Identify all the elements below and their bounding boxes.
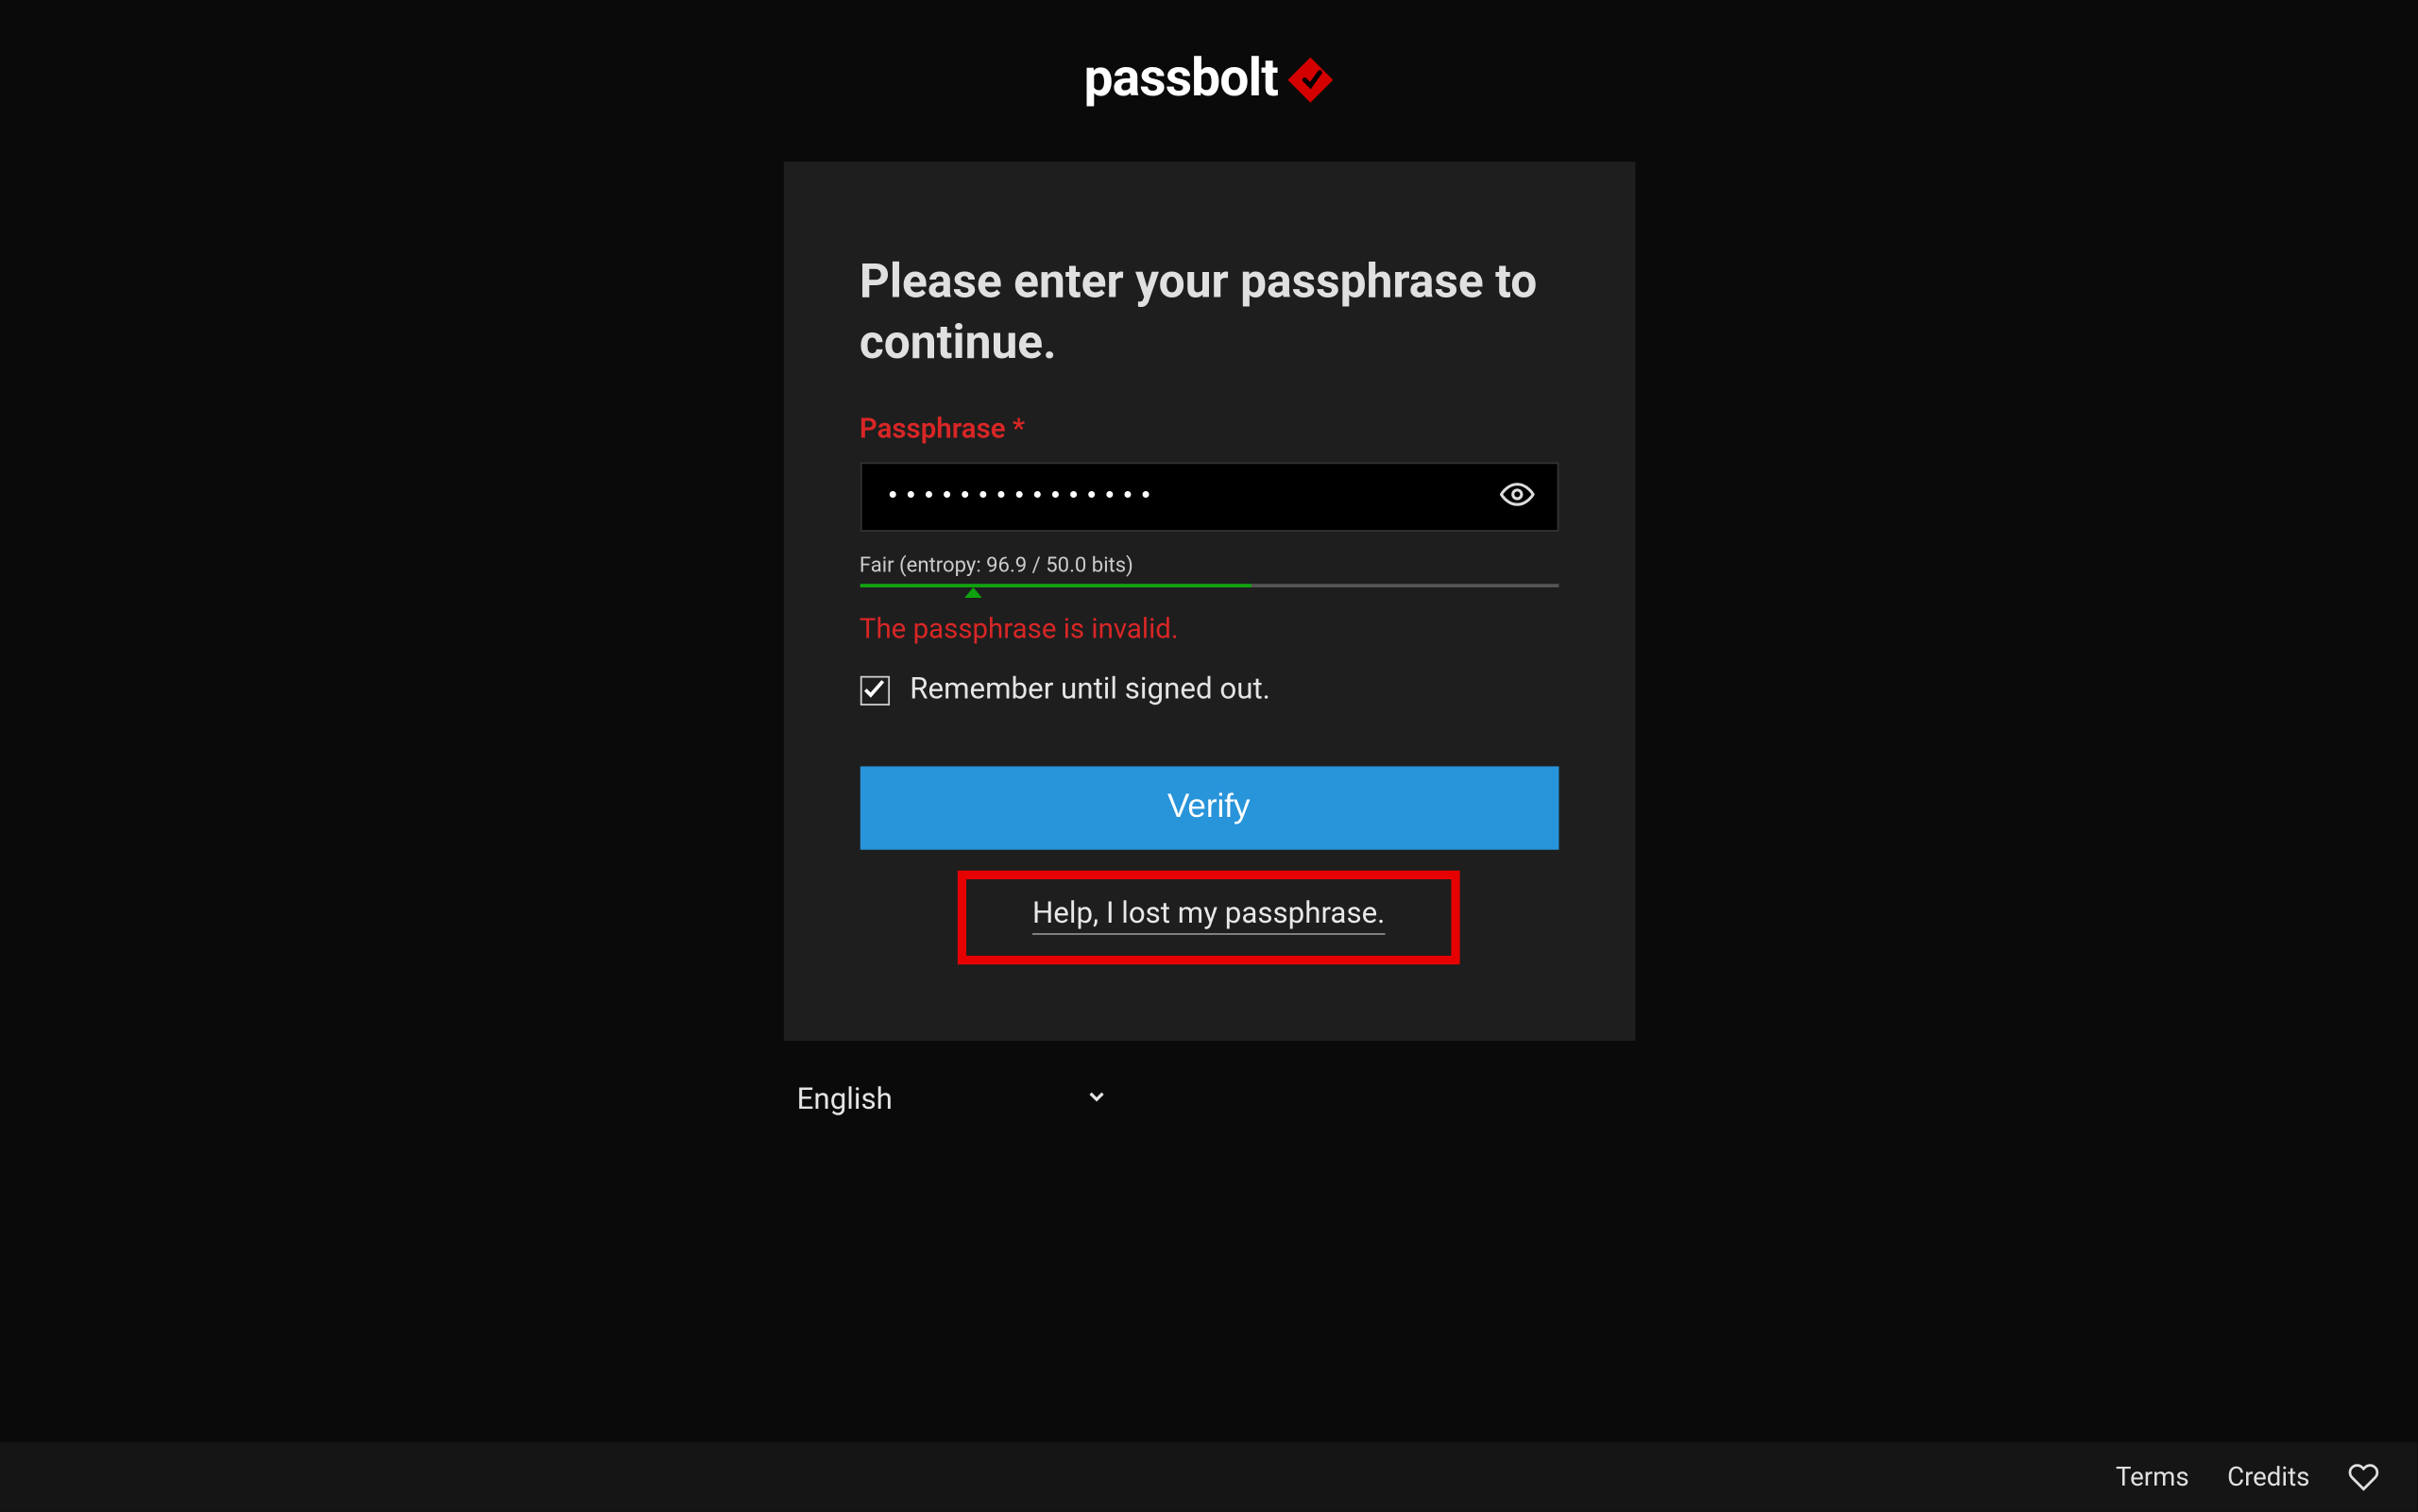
heart-icon[interactable] <box>2348 1461 2379 1492</box>
remember-checkbox[interactable] <box>860 675 889 705</box>
credits-link[interactable]: Credits <box>2227 1461 2309 1492</box>
brand-icon <box>1288 57 1334 102</box>
eye-icon <box>1499 477 1534 517</box>
strength-fill <box>860 585 1251 588</box>
error-message: The passphrase is invalid. <box>860 612 1558 645</box>
passphrase-card: Please enter your passphrase to continue… <box>783 161 1635 1041</box>
lost-passphrase-link[interactable]: Help, I lost my passphrase. <box>1032 897 1385 935</box>
required-indicator: * <box>1013 412 1025 445</box>
strength-marker-icon <box>964 587 981 598</box>
language-row: English <box>783 1083 1635 1118</box>
logo-container: passbolt <box>0 0 2417 161</box>
passphrase-input[interactable] <box>860 463 1558 533</box>
language-select[interactable]: English <box>797 1083 1108 1118</box>
entropy-text: Fair (entropy: 96.9 / 50.0 bits) <box>860 552 1558 577</box>
help-link-highlight: Help, I lost my passphrase. <box>958 871 1460 964</box>
remember-label: Remember until signed out. <box>910 672 1270 707</box>
strength-bar <box>860 585 1558 588</box>
toggle-visibility-button[interactable] <box>1492 470 1541 524</box>
remember-row: Remember until signed out. <box>860 672 1558 707</box>
language-selected: English <box>797 1083 893 1118</box>
card-title: Please enter your passphrase to continue… <box>860 252 1558 374</box>
chevron-down-icon <box>1083 1083 1108 1118</box>
verify-button[interactable]: Verify <box>860 767 1558 850</box>
passphrase-input-wrapper <box>860 463 1558 533</box>
brand-logo: passbolt <box>1084 49 1334 110</box>
help-link-wrapper: Help, I lost my passphrase. <box>860 871 1558 964</box>
brand-name: passbolt <box>1084 49 1278 110</box>
passphrase-label: Passphrase * <box>860 412 1558 445</box>
terms-link[interactable]: Terms <box>2116 1461 2189 1492</box>
footer: Terms Credits <box>0 1442 2417 1512</box>
